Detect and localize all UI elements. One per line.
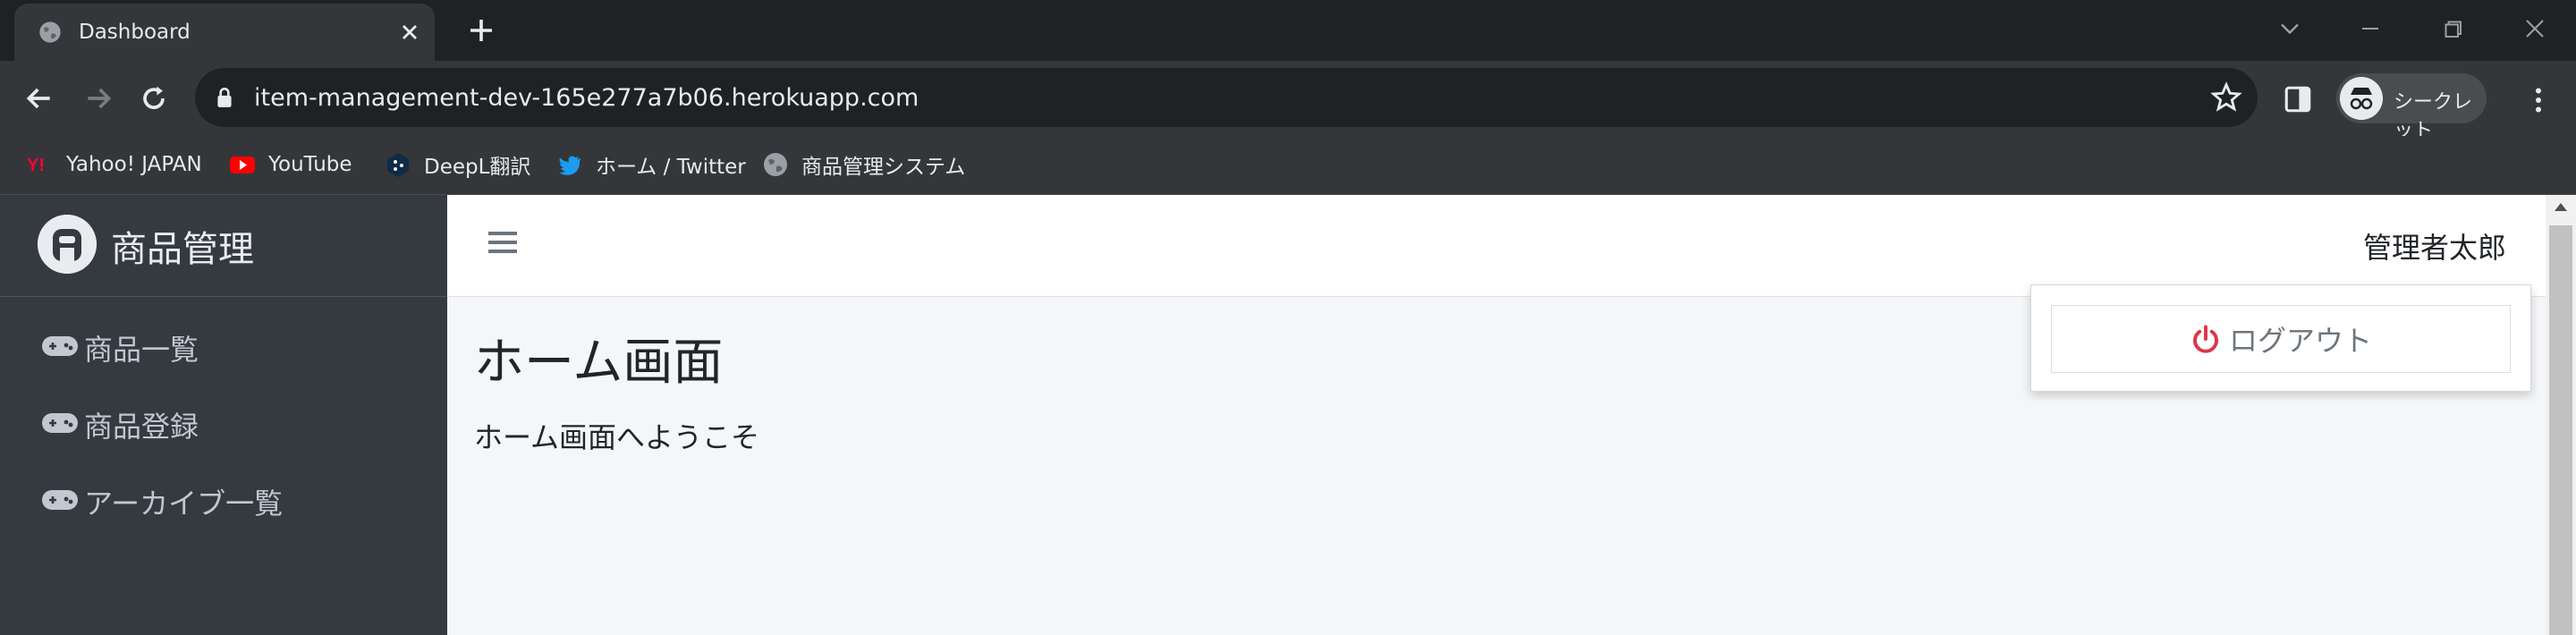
- new-tab-icon[interactable]: [465, 14, 497, 47]
- globe-icon: [39, 21, 61, 43]
- url-text[interactable]: item-management-dev-165e277a7b06.herokua…: [254, 84, 919, 112]
- forward-arrow-icon[interactable]: [80, 80, 116, 116]
- incognito-icon: [2340, 77, 2383, 120]
- browser-menu-icon[interactable]: [2522, 84, 2555, 116]
- gamepad-icon: [42, 336, 78, 356]
- bookmark-item-management[interactable]: 商品管理システム: [762, 148, 965, 181]
- gamepad-icon: [42, 413, 78, 433]
- yahoo-icon: Y!: [27, 156, 45, 175]
- window-close-icon[interactable]: [2517, 13, 2553, 45]
- sidebar-item-product-list[interactable]: 商品一覧: [0, 315, 447, 377]
- user-dropdown-menu: ログアウト: [2030, 284, 2531, 392]
- user-menu-toggle[interactable]: 管理者太郎: [2363, 225, 2506, 267]
- scrollbar-thumb[interactable]: [2549, 225, 2572, 635]
- logout-button[interactable]: ログアウト: [2051, 305, 2511, 373]
- sidebar: 商品管理 商品一覧 商品登録 アーカイブ一覧: [0, 195, 447, 635]
- page-title: ホーム画面: [474, 334, 724, 392]
- bookmark-deepl[interactable]: DeepL翻訳: [385, 148, 530, 181]
- tab-search-icon[interactable]: [2272, 13, 2308, 45]
- sidebar-item-label: アーカイブ一覧: [84, 487, 284, 521]
- gamepad-icon: [42, 490, 78, 510]
- sidebar-item-archive-list[interactable]: アーカイブ一覧: [0, 469, 447, 531]
- main-header: 管理者太郎: [447, 195, 2546, 297]
- scroll-up-arrow-icon[interactable]: [2553, 200, 2569, 213]
- bookmark-twitter[interactable]: ホーム / Twitter: [556, 148, 746, 181]
- restore-icon[interactable]: [2435, 13, 2470, 45]
- svg-text:Y!: Y!: [27, 156, 45, 175]
- browser-toolbar: item-management-dev-165e277a7b06.herokua…: [0, 61, 2576, 142]
- page-scrollbar[interactable]: [2546, 195, 2576, 635]
- reload-icon[interactable]: [136, 80, 172, 116]
- browser-tab[interactable]: Dashboard: [14, 4, 435, 61]
- globe-icon: [764, 153, 787, 176]
- bookmark-label: DeepL翻訳: [424, 156, 531, 179]
- bookmark-label: YouTube: [268, 153, 352, 176]
- tab-title: Dashboard: [79, 21, 191, 44]
- youtube-icon: [230, 157, 255, 174]
- address-bar[interactable]: item-management-dev-165e277a7b06.herokua…: [195, 68, 2258, 127]
- web-page: 商品管理 商品一覧 商品登録 アーカイブ一覧 管理者太郎 ホーム画面 ホーム画面…: [0, 195, 2576, 635]
- browser-tab-strip: Dashboard: [0, 0, 2576, 61]
- sidebar-item-label: 商品登録: [84, 410, 199, 444]
- bookmark-label: 商品管理システム: [801, 156, 966, 179]
- brand-link[interactable]: 商品管理: [0, 195, 447, 297]
- hamburger-menu-icon[interactable]: [488, 229, 517, 256]
- power-icon: [2193, 325, 2218, 353]
- side-panel-icon[interactable]: [2283, 84, 2313, 114]
- close-tab-icon[interactable]: [397, 20, 422, 45]
- incognito-badge[interactable]: シークレット: [2336, 73, 2487, 142]
- bookmark-label: ホーム / Twitter: [596, 156, 746, 179]
- back-arrow-icon[interactable]: [21, 80, 57, 116]
- bookmarks-bar: Y! Yahoo! JAPAN YouTube DeepL翻訳 ホーム / Tw…: [0, 136, 2576, 195]
- twitter-icon: [559, 156, 580, 175]
- bookmark-star-icon[interactable]: [2209, 80, 2243, 114]
- bookmark-youtube[interactable]: YouTube: [229, 148, 352, 181]
- logout-label: ログアウト: [2228, 324, 2372, 358]
- deepl-icon: [387, 153, 409, 177]
- welcome-message: ホーム画面へようこそ: [474, 420, 760, 454]
- bookmark-yahoo[interactable]: Y! Yahoo! JAPAN: [27, 148, 202, 181]
- brand-logo-icon: [38, 215, 97, 274]
- brand-text: 商品管理: [111, 229, 254, 270]
- sidebar-item-label: 商品一覧: [84, 333, 199, 367]
- lock-icon[interactable]: [215, 86, 234, 109]
- minimize-icon[interactable]: [2352, 13, 2388, 45]
- sidebar-item-product-register[interactable]: 商品登録: [0, 392, 447, 454]
- bookmark-label: Yahoo! JAPAN: [66, 153, 202, 176]
- incognito-label: シークレット: [2394, 91, 2473, 142]
